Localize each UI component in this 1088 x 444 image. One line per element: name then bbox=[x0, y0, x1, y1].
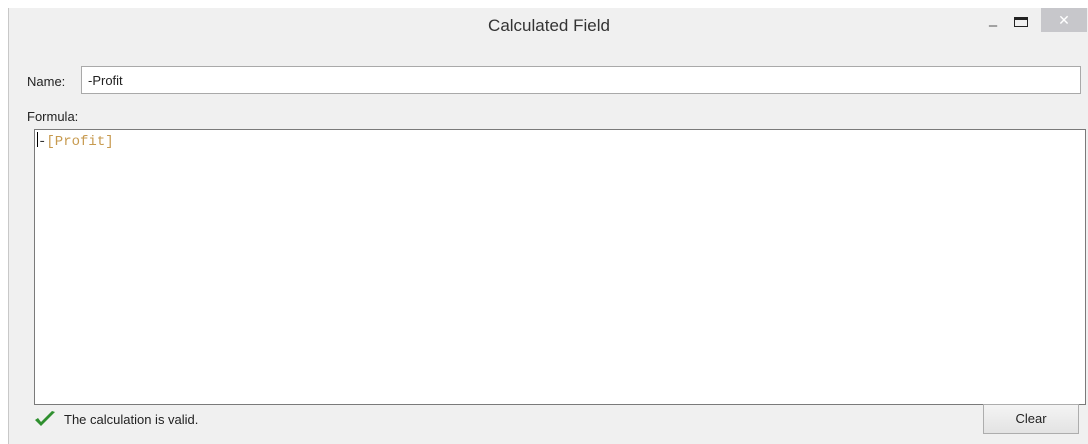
formula-field-reference: [Profit] bbox=[46, 134, 114, 150]
window-title: Calculated Field bbox=[488, 16, 610, 35]
maximize-icon[interactable] bbox=[1014, 17, 1028, 27]
validation-status-text: The calculation is valid. bbox=[64, 412, 199, 427]
title-bar[interactable]: Calculated Field – ✕ bbox=[9, 8, 1088, 48]
name-label: Name: bbox=[27, 74, 66, 89]
formula-label: Formula: bbox=[27, 109, 79, 124]
name-input[interactable] bbox=[81, 66, 1081, 94]
minimize-icon[interactable]: – bbox=[984, 18, 1002, 34]
clear-button[interactable]: Clear bbox=[983, 404, 1079, 434]
formula-editor[interactable]: -[Profit] bbox=[34, 129, 1086, 405]
close-icon[interactable]: ✕ bbox=[1041, 8, 1087, 32]
calculated-field-dialog: Calculated Field – ✕ Name: Formula: -[Pr… bbox=[8, 8, 1088, 444]
checkmark-icon bbox=[35, 411, 55, 426]
